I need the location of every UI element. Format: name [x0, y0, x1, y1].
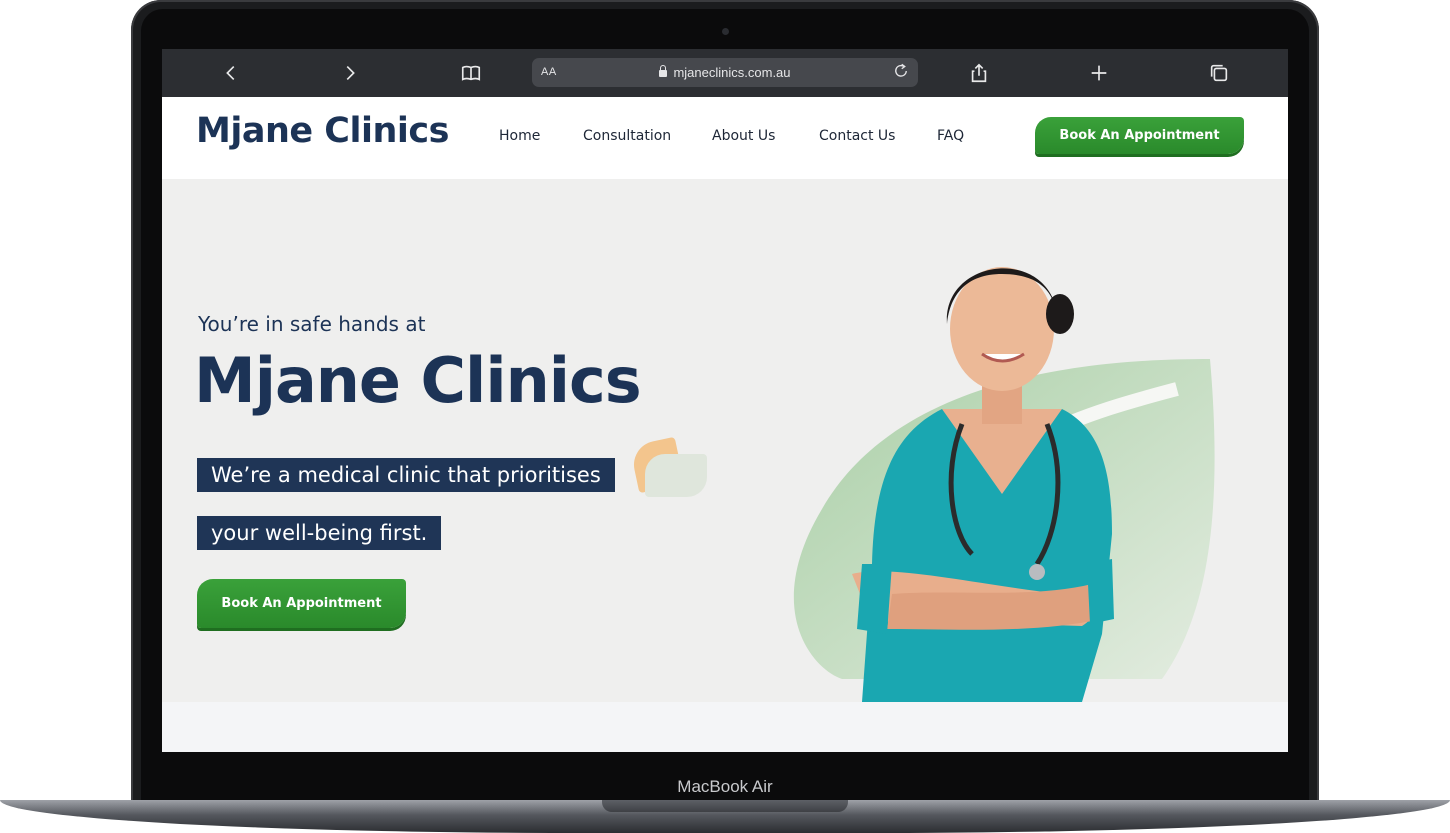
hero-highlight-line-1: We’re a medical clinic that prioritises	[197, 458, 615, 492]
tabs-overview-icon[interactable]	[1207, 61, 1231, 85]
hero-section: You’re in safe hands at Mjane Clinics We…	[162, 179, 1288, 702]
nav-item-faq[interactable]: FAQ	[937, 128, 964, 144]
browser-toolbar: AA mjaneclinics.com.au	[162, 49, 1288, 97]
nav-item-consultation[interactable]: Consultation	[583, 128, 671, 144]
hero-book-appointment-button[interactable]: Book An Appointment	[197, 579, 406, 628]
back-icon[interactable]	[219, 61, 243, 85]
nav-item-about-us[interactable]: About Us	[712, 128, 775, 144]
site-logo[interactable]: Mjane Clinics	[196, 111, 449, 151]
header-book-appointment-button[interactable]: Book An Appointment	[1035, 117, 1244, 154]
device-label: MacBook Air	[677, 777, 773, 796]
site-header: Mjane Clinics Home Consultation About Us…	[162, 97, 1288, 179]
hero-brand-logo: Mjane Clinics	[194, 344, 642, 417]
camera-icon	[722, 28, 729, 35]
share-icon[interactable]	[967, 61, 991, 85]
hero-tagline: You’re in safe hands at	[198, 312, 426, 336]
new-tab-icon[interactable]	[1087, 61, 1111, 85]
bookmarks-icon[interactable]	[459, 61, 483, 85]
next-section-strip	[162, 702, 1288, 752]
lock-icon	[659, 65, 668, 77]
screen: AA mjaneclinics.com.au Mjane Clinics Hom…	[162, 49, 1288, 752]
nav-item-contact-us[interactable]: Contact Us	[819, 128, 895, 144]
reload-icon[interactable]	[892, 62, 912, 82]
forward-icon[interactable]	[338, 61, 362, 85]
decorative-sage-shape	[645, 454, 707, 497]
nav-item-home[interactable]: Home	[499, 128, 540, 144]
laptop-hinge-notch	[602, 800, 848, 812]
hero-highlight-line-2: your well-being first.	[197, 516, 442, 550]
doctor-photo	[852, 267, 1114, 702]
url-text: mjaneclinics.com.au	[673, 65, 791, 80]
address-bar[interactable]: AA mjaneclinics.com.au	[532, 58, 918, 87]
